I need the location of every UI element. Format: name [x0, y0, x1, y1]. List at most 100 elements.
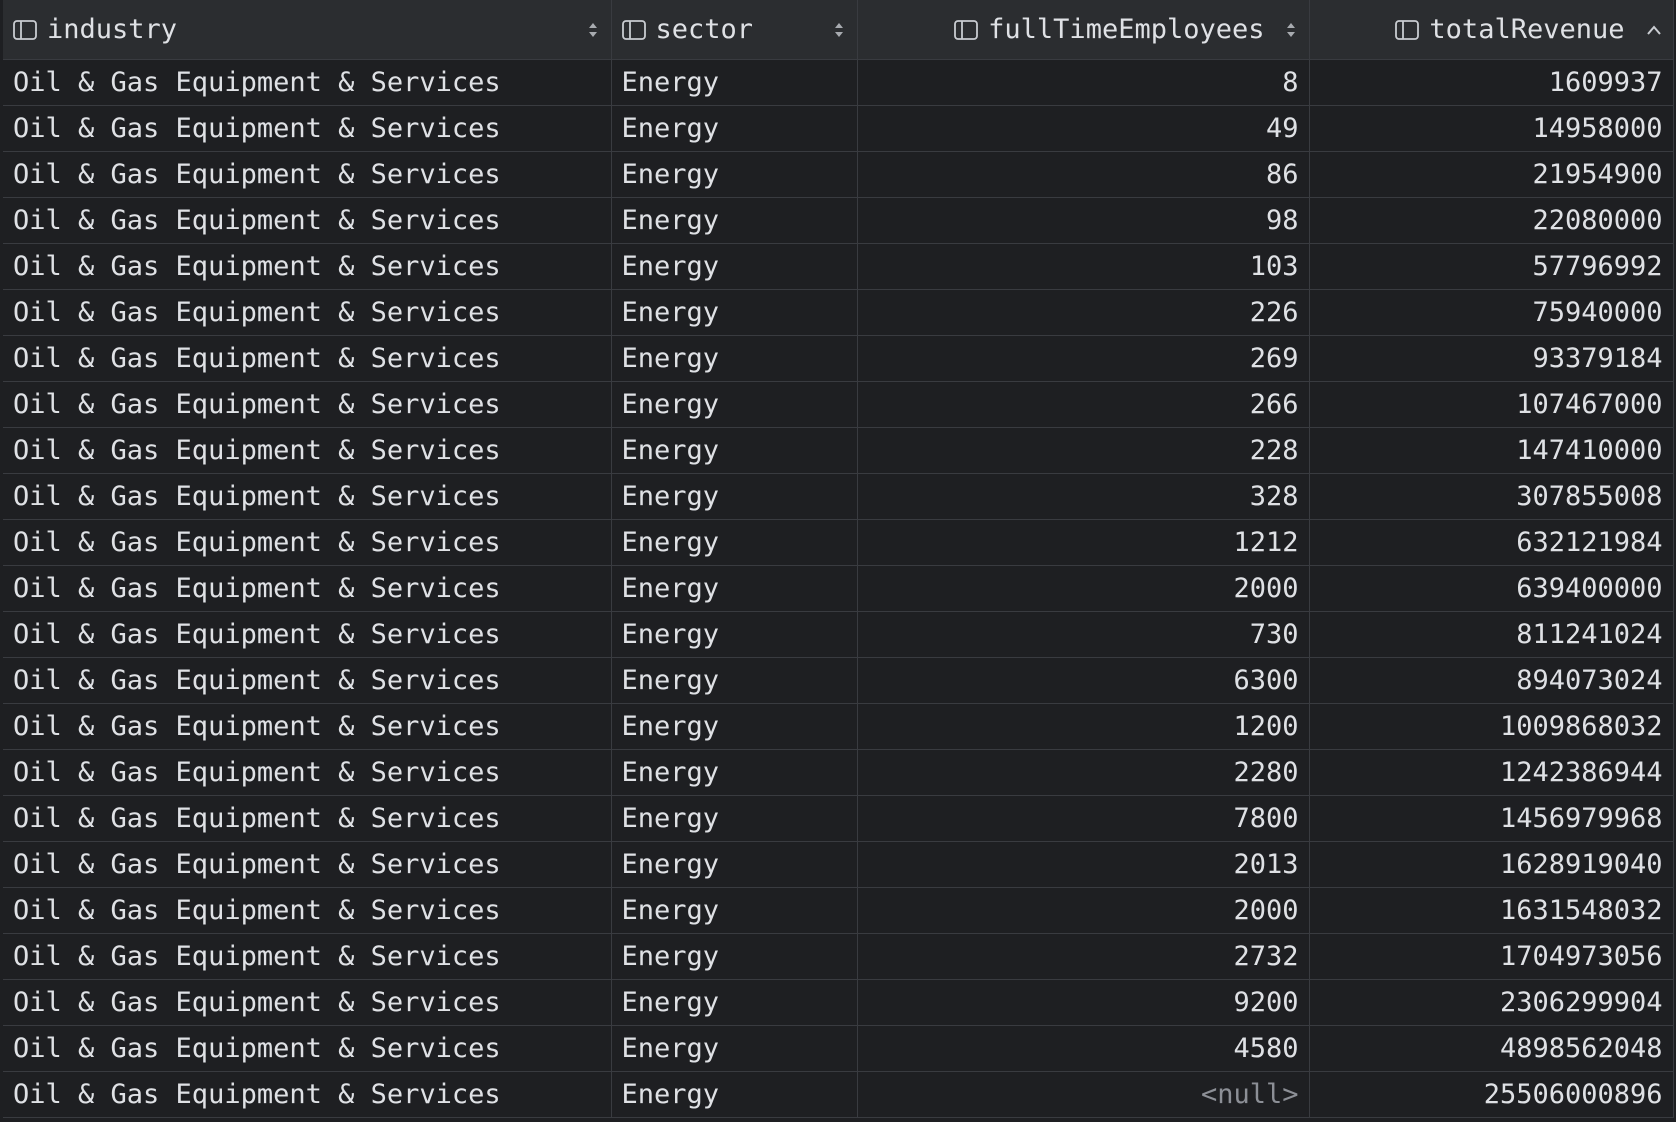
table-row[interactable]: Oil & Gas Equipment & Services Energy 2280…	[3, 749, 1674, 796]
cell-fullTimeEmployees[interactable]: 269	[857, 335, 1310, 382]
cell-industry[interactable]: Oil & Gas Equipment & Services	[3, 289, 612, 336]
cell-fullTimeEmployees[interactable]: 9200	[857, 979, 1310, 1026]
sort-ascending-icon[interactable]	[1645, 23, 1663, 37]
cell-industry[interactable]: Oil & Gas Equipment & Services	[3, 1071, 612, 1118]
cell-industry[interactable]: Oil & Gas Equipment & Services	[3, 979, 612, 1026]
cell-totalRevenue[interactable]: 1631548032	[1309, 887, 1674, 934]
cell-sector[interactable]: Energy	[611, 381, 858, 428]
table-row[interactable]: Oil & Gas Equipment & Services Energy 730 8…	[3, 611, 1674, 658]
cell-industry[interactable]: Oil & Gas Equipment & Services	[3, 657, 612, 704]
cell-industry[interactable]: Oil & Gas Equipment & Services	[3, 933, 612, 980]
table-row[interactable]: Oil & Gas Equipment & Services Energy 228 1…	[3, 427, 1674, 474]
table-row[interactable]: Oil & Gas Equipment & Services Energy 1200…	[3, 703, 1674, 750]
cell-fullTimeEmployees[interactable]: 7800	[857, 795, 1310, 842]
cell-industry[interactable]: Oil & Gas Equipment & Services	[3, 565, 612, 612]
table-row[interactable]: Oil & Gas Equipment & Services Energy 103 5…	[3, 243, 1674, 290]
cell-totalRevenue[interactable]: 894073024	[1309, 657, 1674, 704]
sortable-arrows-icon[interactable]	[585, 19, 601, 41]
table-row[interactable]: Oil & Gas Equipment & Services Energy <nul…	[3, 1071, 1674, 1118]
cell-sector[interactable]: Energy	[611, 105, 858, 152]
cell-totalRevenue[interactable]: 632121984	[1309, 519, 1674, 566]
cell-fullTimeEmployees[interactable]: 2280	[857, 749, 1310, 796]
table-row[interactable]: Oil & Gas Equipment & Services Energy 2000…	[3, 565, 1674, 612]
sortable-arrows-icon[interactable]	[1283, 19, 1299, 41]
table-row[interactable]: Oil & Gas Equipment & Services Energy 2000…	[3, 887, 1674, 934]
cell-industry[interactable]: Oil & Gas Equipment & Services	[3, 151, 612, 198]
cell-industry[interactable]: Oil & Gas Equipment & Services	[3, 243, 612, 290]
cell-sector[interactable]: Energy	[611, 979, 858, 1026]
cell-sector[interactable]: Energy	[611, 427, 858, 474]
cell-industry[interactable]: Oil & Gas Equipment & Services	[3, 887, 612, 934]
cell-industry[interactable]: Oil & Gas Equipment & Services	[3, 749, 612, 796]
cell-totalRevenue[interactable]: 307855008	[1309, 473, 1674, 520]
table-row[interactable]: Oil & Gas Equipment & Services Energy 8 160…	[3, 59, 1674, 106]
cell-sector[interactable]: Energy	[611, 473, 858, 520]
cell-totalRevenue[interactable]: 57796992	[1309, 243, 1674, 290]
cell-totalRevenue[interactable]: 93379184	[1309, 335, 1674, 382]
cell-totalRevenue[interactable]: 1628919040	[1309, 841, 1674, 888]
cell-sector[interactable]: Energy	[611, 151, 858, 198]
cell-sector[interactable]: Energy	[611, 749, 858, 796]
table-row[interactable]: Oil & Gas Equipment & Services Energy 86 21…	[3, 151, 1674, 198]
cell-sector[interactable]: Energy	[611, 565, 858, 612]
cell-industry[interactable]: Oil & Gas Equipment & Services	[3, 335, 612, 382]
cell-totalRevenue[interactable]: 22080000	[1309, 197, 1674, 244]
cell-industry[interactable]: Oil & Gas Equipment & Services	[3, 611, 612, 658]
table-row[interactable]: Oil & Gas Equipment & Services Energy 4580…	[3, 1025, 1674, 1072]
cell-fullTimeEmployees[interactable]: 228	[857, 427, 1310, 474]
cell-sector[interactable]: Energy	[611, 611, 858, 658]
cell-fullTimeEmployees[interactable]: 1200	[857, 703, 1310, 750]
column-header-totalRevenue[interactable]: totalRevenue	[1309, 0, 1674, 60]
cell-totalRevenue[interactable]: 1009868032	[1309, 703, 1674, 750]
table-row[interactable]: Oil & Gas Equipment & Services Energy 6300…	[3, 657, 1674, 704]
cell-totalRevenue[interactable]: 14958000	[1309, 105, 1674, 152]
cell-sector[interactable]: Energy	[611, 243, 858, 290]
cell-fullTimeEmployees[interactable]: 2732	[857, 933, 1310, 980]
cell-sector[interactable]: Energy	[611, 657, 858, 704]
cell-sector[interactable]: Energy	[611, 933, 858, 980]
cell-industry[interactable]: Oil & Gas Equipment & Services	[3, 703, 612, 750]
table-row[interactable]: Oil & Gas Equipment & Services Energy 269 9…	[3, 335, 1674, 382]
cell-fullTimeEmployees[interactable]: 6300	[857, 657, 1310, 704]
cell-fullTimeEmployees[interactable]: 226	[857, 289, 1310, 336]
cell-fullTimeEmployees[interactable]: 730	[857, 611, 1310, 658]
table-row[interactable]: Oil & Gas Equipment & Services Energy 1212…	[3, 519, 1674, 566]
cell-fullTimeEmployees[interactable]: 8	[857, 59, 1310, 106]
cell-sector[interactable]: Energy	[611, 887, 858, 934]
cell-fullTimeEmployees[interactable]: 86	[857, 151, 1310, 198]
sortable-arrows-icon[interactable]	[831, 19, 847, 41]
cell-fullTimeEmployees[interactable]: 103	[857, 243, 1310, 290]
cell-sector[interactable]: Energy	[611, 335, 858, 382]
table-row[interactable]: Oil & Gas Equipment & Services Energy 226 7…	[3, 289, 1674, 336]
cell-fullTimeEmployees[interactable]: 49	[857, 105, 1310, 152]
cell-fullTimeEmployees[interactable]: 2013	[857, 841, 1310, 888]
table-row[interactable]: Oil & Gas Equipment & Services Energy 328 3…	[3, 473, 1674, 520]
column-header-sector[interactable]: sector	[611, 0, 858, 60]
cell-totalRevenue[interactable]: 107467000	[1309, 381, 1674, 428]
cell-fullTimeEmployees[interactable]: 266	[857, 381, 1310, 428]
cell-industry[interactable]: Oil & Gas Equipment & Services	[3, 841, 612, 888]
cell-industry[interactable]: Oil & Gas Equipment & Services	[3, 197, 612, 244]
table-row[interactable]: Oil & Gas Equipment & Services Energy 266 1…	[3, 381, 1674, 428]
cell-sector[interactable]: Energy	[611, 59, 858, 106]
cell-totalRevenue[interactable]: 1609937	[1309, 59, 1674, 106]
cell-industry[interactable]: Oil & Gas Equipment & Services	[3, 381, 612, 428]
cell-industry[interactable]: Oil & Gas Equipment & Services	[3, 1025, 612, 1072]
cell-totalRevenue[interactable]: 2306299904	[1309, 979, 1674, 1026]
cell-fullTimeEmployees[interactable]: 2000	[857, 565, 1310, 612]
table-row[interactable]: Oil & Gas Equipment & Services Energy 49 14…	[3, 105, 1674, 152]
cell-industry[interactable]: Oil & Gas Equipment & Services	[3, 795, 612, 842]
cell-sector[interactable]: Energy	[611, 197, 858, 244]
cell-totalRevenue[interactable]: 4898562048	[1309, 1025, 1674, 1072]
cell-industry[interactable]: Oil & Gas Equipment & Services	[3, 519, 612, 566]
cell-totalRevenue[interactable]: 75940000	[1309, 289, 1674, 336]
cell-fullTimeEmployees[interactable]: <null>	[857, 1071, 1310, 1118]
cell-sector[interactable]: Energy	[611, 795, 858, 842]
cell-totalRevenue[interactable]: 639400000	[1309, 565, 1674, 612]
cell-sector[interactable]: Energy	[611, 1071, 858, 1118]
cell-totalRevenue[interactable]: 147410000	[1309, 427, 1674, 474]
cell-totalRevenue[interactable]: 1456979968	[1309, 795, 1674, 842]
cell-totalRevenue[interactable]: 21954900	[1309, 151, 1674, 198]
cell-industry[interactable]: Oil & Gas Equipment & Services	[3, 105, 612, 152]
cell-industry[interactable]: Oil & Gas Equipment & Services	[3, 59, 612, 106]
